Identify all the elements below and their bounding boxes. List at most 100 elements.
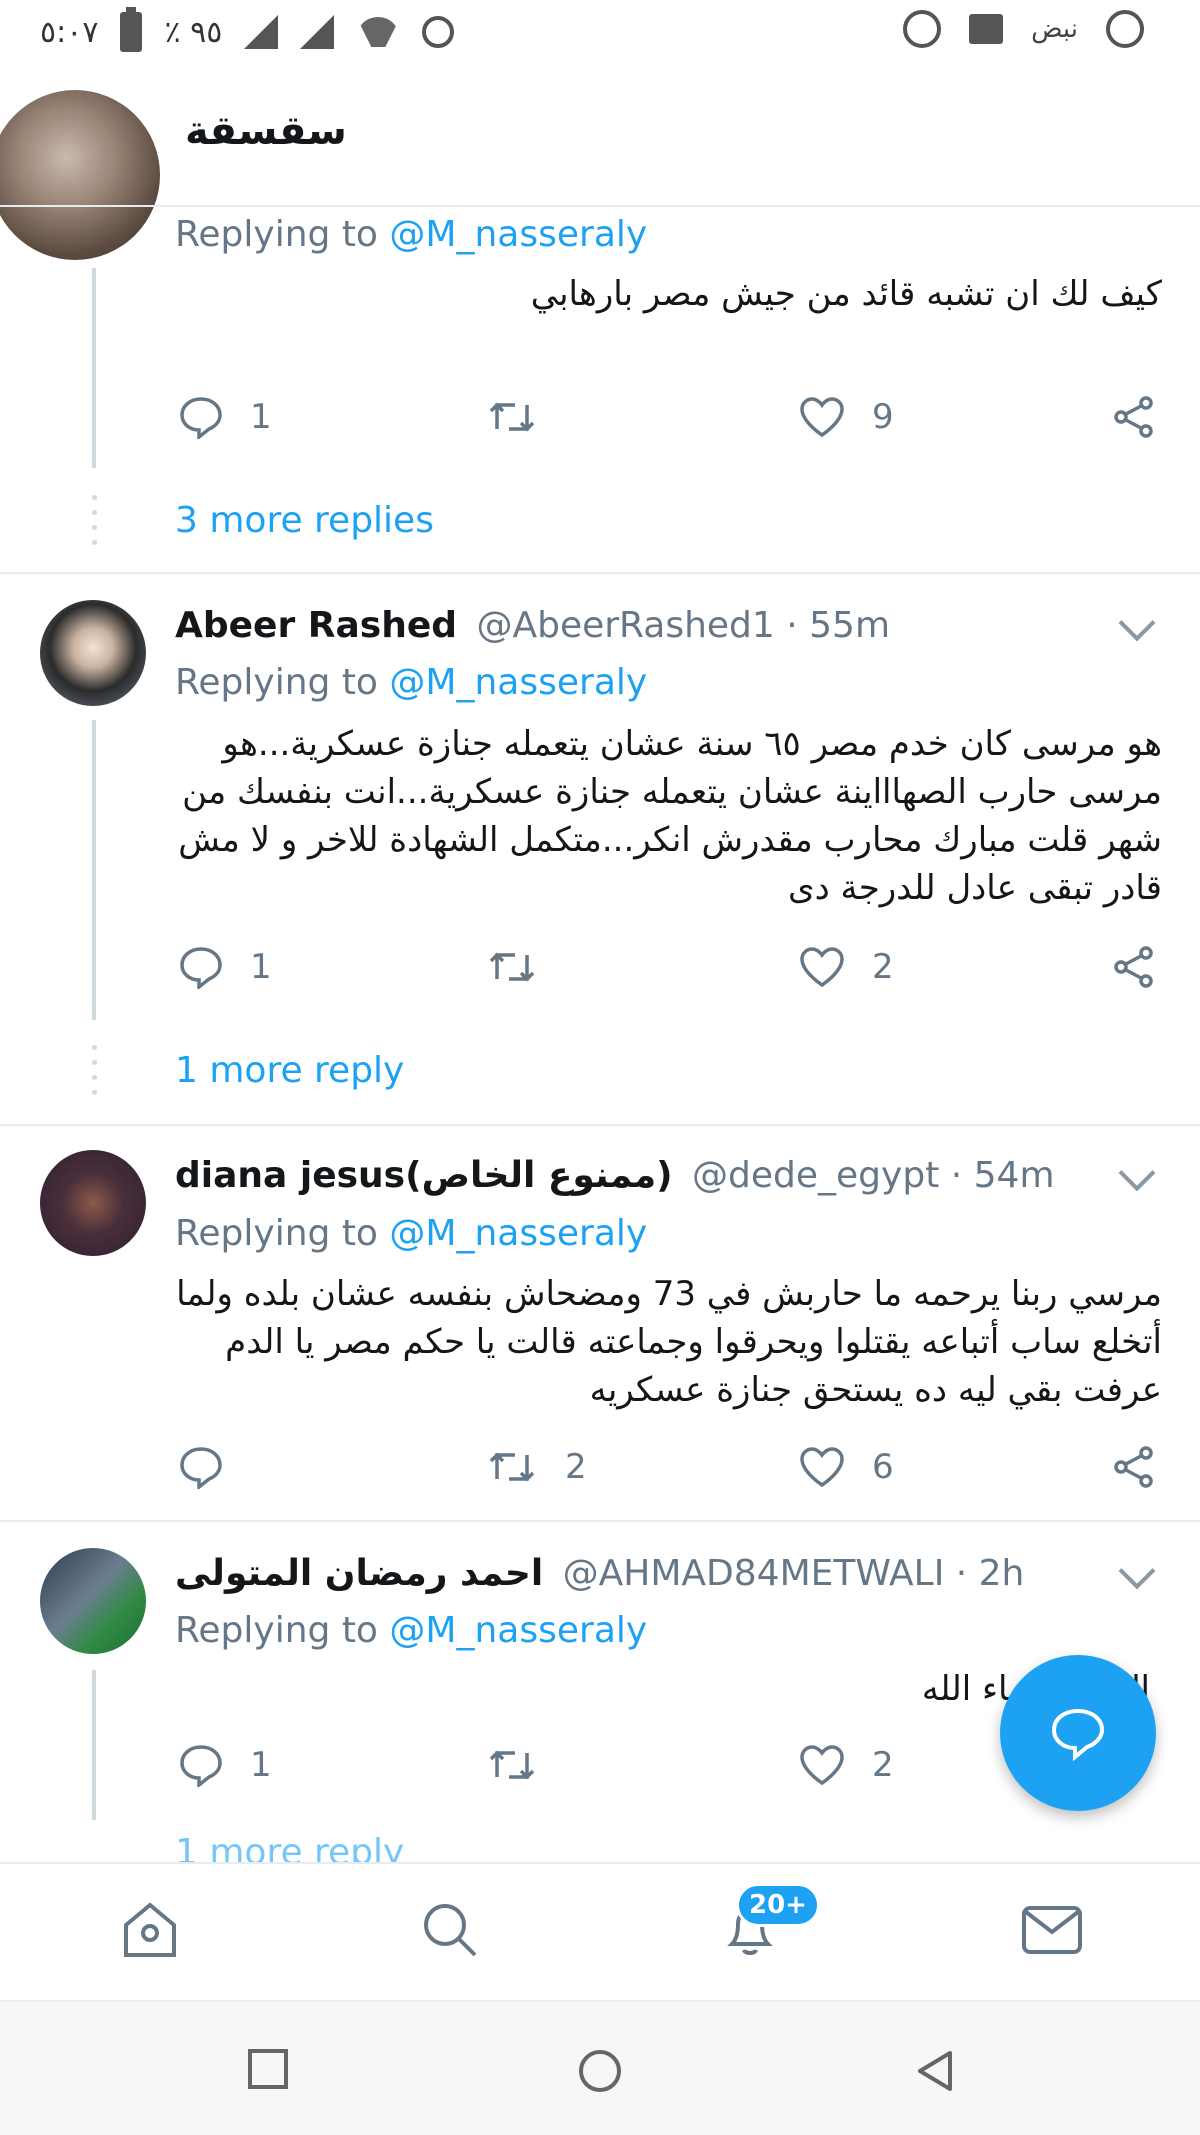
carrier-label: نبض (1031, 14, 1078, 44)
more-replies-link[interactable]: 1 more reply (175, 1050, 404, 1091)
user-handle: @AbeerRashed1 · 55m (476, 605, 891, 646)
tweet-text: مرسي ربنا يرحمه ما حاربش في 73 ومضحاش بن… (176, 1274, 1162, 1410)
retweet-icon (489, 1452, 535, 1482)
thread-line (92, 268, 96, 468)
retweet-icon (489, 952, 535, 982)
avatar[interactable] (0, 90, 160, 260)
reply-button[interactable]: 1 (178, 395, 272, 439)
tweet-header: احمد رمضان المتولى @AHMAD84METWALI · 2h (175, 1553, 1024, 1594)
home-system-button[interactable] (576, 2047, 624, 2099)
like-count: 6 (872, 1447, 894, 1487)
avatar[interactable] (40, 1150, 146, 1256)
like-button[interactable]: 2 (798, 1743, 894, 1787)
user-name[interactable]: Abeer Rashed (175, 605, 457, 646)
recents-button[interactable] (246, 2047, 290, 2095)
battery-level: ٪ ٩٥ (164, 14, 223, 50)
reply-icon (180, 947, 222, 989)
back-button[interactable] (912, 2047, 956, 2099)
tweet-text: هو مرسى كان خدم مصر ٦٥ سنة عشان يتعمله ج… (178, 724, 1162, 908)
mention-link[interactable]: @M_nasseraly (389, 214, 647, 255)
nav-search[interactable] (414, 1894, 486, 1966)
user-name[interactable]: diana jesus(ممنوع الخاص) (175, 1155, 673, 1196)
reply-button[interactable]: 1 (178, 1743, 272, 1787)
mention-link[interactable]: @M_nasseraly (389, 1213, 647, 1254)
reply-button[interactable]: 1 (178, 945, 272, 989)
nav-messages[interactable] (1016, 1894, 1088, 1966)
like-button[interactable]: 6 (798, 1445, 894, 1489)
share-icon (1114, 1446, 1153, 1488)
retweet-button[interactable] (485, 945, 565, 989)
replying-prefix: Replying to (175, 214, 378, 255)
alarm-icon (422, 16, 455, 48)
tweet-header: diana jesus(ممنوع الخاص) @dede_egypt · 5… (175, 1155, 1055, 1196)
mention-link[interactable]: @M_nasseraly (389, 662, 647, 703)
share-button[interactable] (1112, 945, 1156, 989)
thread-line (92, 1670, 96, 1820)
avatar[interactable] (40, 600, 146, 706)
battery-icon (120, 7, 143, 52)
status-bar: ٥:٠٧ ٪ ٩٥ نبض (0, 0, 1200, 70)
retweet-button[interactable]: 2 (485, 1445, 587, 1489)
notifications-badge: 20+ (736, 1883, 820, 1927)
chevron-down-icon[interactable] (1118, 1154, 1156, 1192)
chevron-down-icon[interactable] (1118, 604, 1156, 642)
thread-line (92, 720, 96, 1020)
status-right: نبض (903, 10, 1144, 48)
signal-icon-2 (300, 15, 335, 49)
clock: ٥:٠٧ (40, 14, 99, 50)
more-replies-link[interactable]: 3 more replies (175, 500, 434, 541)
recents-icon (248, 2049, 288, 2089)
replying-prefix: Replying to (175, 1610, 378, 1651)
replying-line: Replying to @M_nasseraly (175, 1610, 647, 1651)
user-handle: @dede_egypt · 54m (692, 1155, 1055, 1196)
reply-icon (180, 1745, 222, 1787)
share-button[interactable] (1112, 1445, 1156, 1489)
tweet-header: Abeer Rashed @AbeerRashed1 · 55m (175, 605, 890, 646)
reply-count: 1 (250, 397, 272, 437)
reply-button[interactable] (178, 1445, 250, 1489)
share-icon (1114, 946, 1153, 988)
retweet-button[interactable] (485, 1743, 565, 1787)
tweet-text: كيف لك ان تشبه قائد من جيش مصر بارهابي (530, 274, 1162, 314)
share-icon (1114, 396, 1153, 438)
home-icon (124, 1902, 176, 1957)
signal-icon (244, 15, 279, 49)
user-name: سقسقة (185, 108, 347, 154)
replying-line: Replying to @M_nasseraly (175, 1213, 647, 1254)
compose-icon (1051, 1708, 1105, 1761)
like-count: 9 (872, 397, 894, 437)
compose-button[interactable] (1000, 1655, 1156, 1811)
bottom-navigation (0, 1862, 1200, 1999)
like-button[interactable]: 2 (798, 945, 894, 989)
retweet-button[interactable] (485, 395, 565, 439)
divider (0, 205, 1200, 207)
retweet-icon (489, 1750, 535, 1780)
reply-icon (180, 397, 222, 439)
whatsapp-icon (1106, 10, 1144, 48)
system-navigation-bar (0, 2000, 1200, 2135)
retweet-icon (489, 402, 535, 432)
more-replies-dots (92, 1045, 97, 1105)
reply-icon (180, 1447, 222, 1489)
like-icon (800, 947, 844, 988)
messages-icon (1022, 1906, 1082, 1954)
wifi-icon (356, 17, 400, 47)
mention-link[interactable]: @M_nasseraly (389, 1610, 647, 1651)
divider (0, 1520, 1200, 1522)
replying-line: Replying to @M_nasseraly (175, 214, 647, 255)
reply-count: 1 (250, 1745, 272, 1785)
avatar[interactable] (40, 1548, 146, 1654)
share-button[interactable] (1112, 395, 1156, 439)
like-button[interactable]: 9 (798, 395, 894, 439)
divider (0, 572, 1200, 574)
like-icon (800, 1447, 844, 1488)
circle-home-icon (579, 2050, 621, 2092)
nav-home[interactable] (114, 1894, 186, 1966)
reply-count: 1 (250, 947, 272, 987)
like-icon (800, 397, 844, 438)
like-count: 2 (872, 1745, 894, 1785)
user-name[interactable]: احمد رمضان المتولى (175, 1553, 543, 1594)
like-icon (800, 1745, 844, 1786)
messenger-icon (903, 10, 942, 48)
chevron-down-icon[interactable] (1118, 1552, 1156, 1590)
